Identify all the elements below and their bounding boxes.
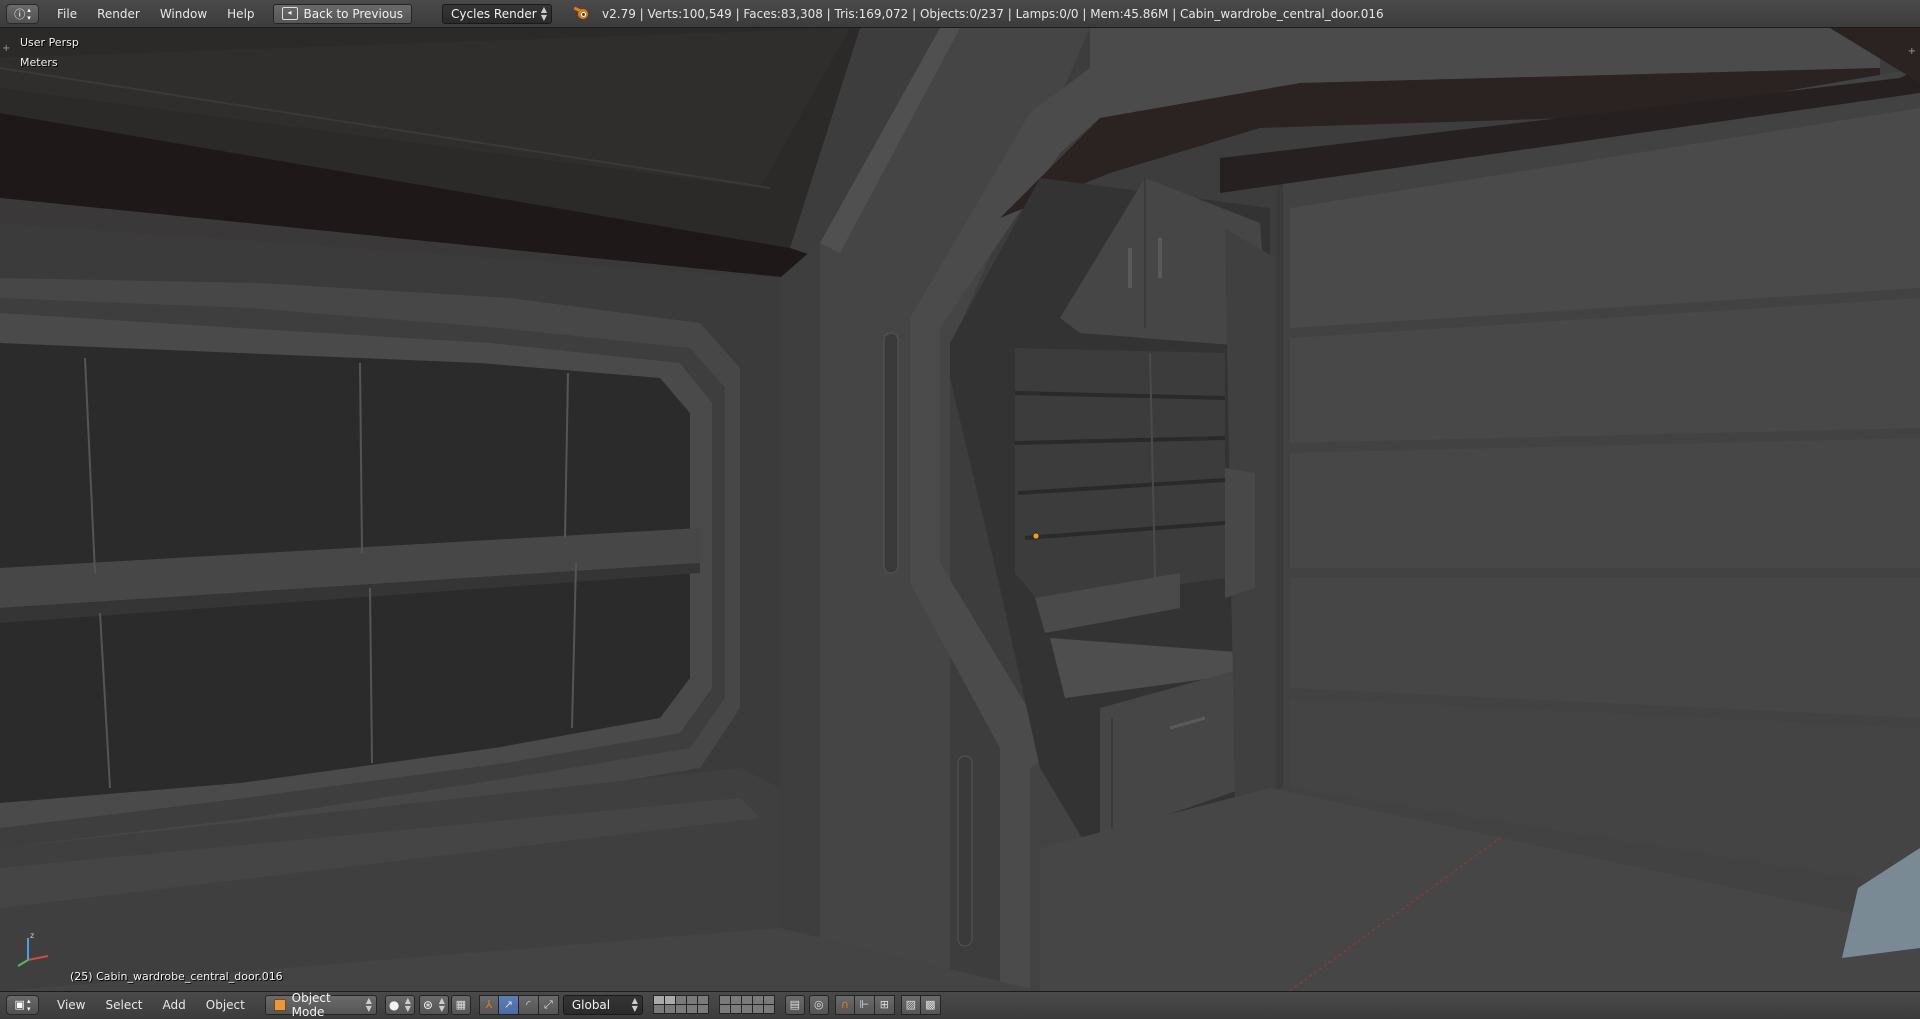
menu-window[interactable]: Window: [150, 0, 217, 28]
menu-view[interactable]: View: [47, 992, 95, 1018]
pivot-point-icon: ⊛: [422, 997, 433, 1012]
pillar-slot-lower: [957, 755, 973, 947]
magnet-icon: ∩: [840, 998, 849, 1011]
transform-orientation-dropdown[interactable]: Global ▲ ▼: [562, 994, 643, 1015]
manipulator-icon: ⅄: [485, 998, 493, 1011]
lock-layers-button[interactable]: ▤: [784, 994, 805, 1015]
render-engine-dropdown[interactable]: Cycles Render ▲ ▼: [442, 3, 553, 24]
menu-object[interactable]: Object: [196, 992, 255, 1018]
rotate-icon: ◜: [526, 998, 531, 1011]
opengl-render-animation-button[interactable]: ▩: [920, 994, 941, 1015]
interaction-mode-value: Object Mode: [291, 990, 331, 1019]
transform-orientation-value: Global: [571, 997, 611, 1012]
lock-scene-icon: ▤: [789, 998, 801, 1011]
render-animation-icon: ▩: [925, 998, 936, 1011]
units-label: Meters: [20, 56, 58, 69]
3d-view-header: ▣ ▴ ▾ View Select Add Object Object Mode ▲…: [0, 991, 1920, 1019]
snap-element-dropdown[interactable]: ⊩: [854, 994, 875, 1015]
render-engine-value: Cycles Render: [451, 6, 537, 21]
area-corner-handle-tr[interactable]: +: [1908, 46, 1916, 57]
manipulator-toggle[interactable]: ⅄: [478, 994, 499, 1015]
scale-toggle[interactable]: ⤢: [538, 994, 559, 1015]
back-to-previous-button[interactable]: ◂ Back to Previous: [272, 3, 413, 24]
layer-block-2[interactable]: [718, 995, 775, 1014]
dropdown-arrows-icon: ▲ ▼: [540, 4, 548, 22]
rotate-toggle[interactable]: ◜: [518, 994, 539, 1015]
solid-shading-icon: ●: [388, 997, 400, 1012]
snap-toggle[interactable]: ∩: [834, 994, 855, 1015]
translate-icon: ↗: [503, 998, 513, 1011]
menu-select[interactable]: Select: [95, 992, 152, 1018]
axis-orientation-icon: z: [17, 931, 49, 967]
pillar-slot-upper: [883, 332, 899, 574]
translate-toggle[interactable]: ↗: [498, 994, 519, 1015]
proportional-edit-button[interactable]: ◎: [808, 994, 829, 1015]
svg-text:z: z: [30, 931, 34, 940]
opengl-render-image-button[interactable]: ▨: [900, 994, 921, 1015]
blender-logo-icon: [573, 6, 590, 21]
back-to-previous-label: Back to Previous: [303, 6, 404, 21]
object-origin-dot: [1032, 532, 1040, 540]
object-mode-icon: [273, 998, 286, 1011]
menu-help[interactable]: Help: [217, 0, 264, 28]
fullscreen-back-icon: ◂: [281, 7, 298, 20]
snap-target-icon: ⊞: [879, 998, 889, 1011]
3d-view-editor-type-selector[interactable]: ▣ ▴ ▾: [6, 994, 39, 1015]
scale-icon: ⤢: [543, 997, 553, 1011]
snap-element-icon: ⊩: [859, 998, 870, 1011]
pivot-align-icon: ▦: [455, 998, 467, 1011]
pivot-point-dropdown[interactable]: ⊛ ▲ ▼: [418, 994, 449, 1015]
menu-render[interactable]: Render: [87, 0, 150, 28]
snap-target-button[interactable]: ⊞: [874, 994, 895, 1015]
info-icon: ⓘ: [14, 7, 26, 21]
info-header: ⓘ ▴ ▾ File Render Window Help ◂ Back to Pr…: [0, 0, 1920, 28]
shelving-unit: [1015, 348, 1225, 603]
layer-block-1[interactable]: [652, 995, 709, 1014]
interaction-mode-dropdown[interactable]: Object Mode ▲ ▼: [264, 991, 377, 1019]
3d-viewport[interactable]: + + User Persp Meters z (25) Cabin_wardr…: [0, 28, 1920, 991]
viewport-scene: [0, 28, 1920, 991]
viewport-shading-dropdown[interactable]: ● ▲ ▼: [384, 994, 415, 1015]
active-object-label: (25) Cabin_wardrobe_central_door.016: [70, 970, 283, 983]
editor-type-selector[interactable]: ⓘ ▴ ▾: [6, 3, 39, 24]
view-perspective-label: User Persp: [20, 36, 79, 49]
proportional-edit-icon: ◎: [814, 998, 824, 1011]
view3d-icon: ▣: [14, 998, 25, 1011]
area-corner-handle-tl[interactable]: +: [2, 43, 10, 54]
menu-file[interactable]: File: [47, 0, 87, 28]
layer-selector[interactable]: [652, 995, 775, 1014]
pivot-align-button[interactable]: ▦: [450, 994, 471, 1015]
menu-add[interactable]: Add: [153, 992, 196, 1018]
scene-statistics: v2.79 | Verts:100,549 | Faces:83,308 | T…: [602, 6, 1384, 21]
render-icon: ▨: [905, 998, 917, 1011]
